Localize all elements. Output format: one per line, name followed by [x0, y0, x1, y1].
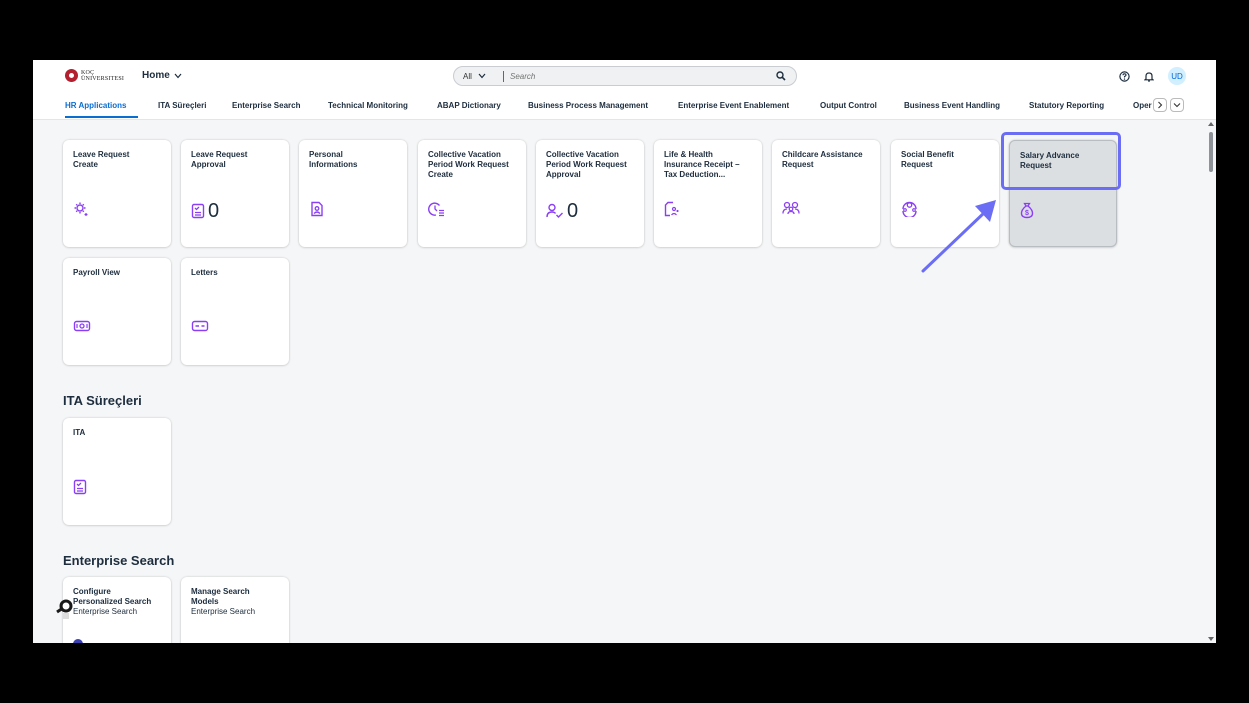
tab-overflow-partial[interactable]: Oper	[1133, 101, 1153, 110]
scroll-down-arrow-icon[interactable]	[1208, 637, 1214, 641]
logo-line2: ÜNIVERSITESI	[81, 75, 125, 82]
gear-sparkle-icon	[74, 202, 88, 216]
chevron-down-icon	[174, 73, 182, 78]
person-card-icon	[311, 201, 323, 217]
tab-overflow-menu-button[interactable]	[1170, 98, 1184, 112]
tab-business-process-management[interactable]: Business Process Management	[528, 101, 648, 110]
svg-text:$: $	[1025, 210, 1029, 217]
active-tab-indicator	[65, 116, 138, 118]
tab-abap-dictionary[interactable]: ABAP Dictionary	[437, 101, 501, 110]
tab-ita-surecleri[interactable]: ITA Süreçleri	[158, 101, 206, 110]
home-label: Home	[142, 70, 170, 81]
card-icon	[191, 320, 209, 332]
tile-leave-request-create[interactable]: Leave Request Create	[63, 140, 171, 247]
tile-count: 0	[567, 200, 579, 222]
tab-enterprise-search[interactable]: Enterprise Search	[232, 101, 300, 110]
mouse-cursor-icon	[56, 599, 73, 619]
tile-title: Leave Request Approval	[191, 150, 248, 169]
tile-title: Personal Informations	[309, 150, 358, 169]
tile-childcare-assistance[interactable]: Childcare Assistance Request	[772, 140, 880, 247]
tab-technical-monitoring[interactable]: Technical Monitoring	[328, 101, 408, 110]
fiori-launchpad: KOÇ ÜNIVERSITESI Home All UD HR Applicat…	[33, 60, 1216, 643]
tile-subtitle: Enterprise Search	[191, 607, 256, 616]
family-icon	[782, 201, 800, 215]
notifications-bell-icon[interactable]	[1144, 71, 1154, 82]
tile-leave-request-approval[interactable]: Leave Request Approval 0	[181, 140, 289, 247]
tile-count: 0	[208, 200, 220, 222]
tile-ita[interactable]: ITA	[63, 418, 171, 525]
tile-title: Social Benefit Request	[901, 150, 954, 169]
search-scope-label: All	[463, 71, 472, 81]
avatar-initials: UD	[1171, 71, 1183, 81]
checklist-icon	[191, 203, 205, 219]
tile-title: Life & Health Insurance Receipt – Tax De…	[664, 150, 740, 179]
section-title-enterprise-search: Enterprise Search	[63, 553, 175, 568]
chevron-down-icon	[478, 73, 486, 79]
tab-output-control[interactable]: Output Control	[820, 101, 877, 110]
home-menu-button[interactable]: Home	[142, 70, 182, 81]
help-icon[interactable]	[1119, 70, 1130, 82]
logo-mark-icon	[65, 69, 78, 82]
tile-title: ITA	[73, 428, 86, 437]
chevron-down-icon	[1173, 103, 1181, 108]
search-icon[interactable]	[776, 71, 786, 81]
clock-list-icon	[428, 202, 444, 217]
tab-business-event-handling[interactable]: Business Event Handling	[904, 101, 1000, 110]
tile-configure-personalized-search[interactable]: Configure Personalized Search Enterprise…	[63, 577, 171, 643]
tile-title: Leave Request Create	[73, 150, 130, 169]
chevron-right-icon	[1158, 101, 1163, 109]
user-avatar[interactable]: UD	[1168, 67, 1186, 85]
search-bar: All	[453, 66, 797, 86]
person-check-icon	[546, 203, 563, 218]
search-scope-select[interactable]: All	[454, 72, 493, 81]
checklist-icon	[73, 479, 87, 495]
annotation-highlight-box	[1001, 132, 1121, 190]
tile-title: Payroll View	[73, 268, 120, 277]
search-input[interactable]	[510, 71, 760, 81]
tab-bar: HR Applications ITA Süreçleri Enterprise…	[33, 92, 1216, 120]
tile-title: Collective Vacation Period Work Request …	[546, 150, 627, 179]
tile-subtitle: Enterprise Search	[73, 607, 138, 616]
tile-title: Childcare Assistance Request	[782, 150, 863, 169]
tab-hr-applications[interactable]: HR Applications	[65, 101, 126, 110]
tile-collective-vacation-create[interactable]: Collective Vacation Period Work Request …	[418, 140, 526, 247]
money-bag-icon: $	[1020, 202, 1034, 219]
tab-enterprise-event-enablement[interactable]: Enterprise Event Enablement	[678, 101, 789, 110]
group-cycle-icon	[902, 201, 917, 217]
search-divider	[503, 70, 504, 82]
tile-collective-vacation-approval[interactable]: Collective Vacation Period Work Request …	[536, 140, 644, 247]
tab-statutory-reporting[interactable]: Statutory Reporting	[1029, 101, 1104, 110]
tab-scroll-right-button[interactable]	[1153, 98, 1167, 112]
tile-title: Letters	[191, 268, 218, 277]
tile-title: Manage Search Models	[191, 587, 250, 606]
tile-title: Configure Personalized Search	[73, 587, 152, 606]
tile-personal-informations[interactable]: Personal Informations	[299, 140, 407, 247]
scroll-thumb[interactable]	[1209, 132, 1213, 172]
koc-university-logo[interactable]: KOÇ ÜNIVERSITESI	[65, 69, 124, 82]
vertical-scrollbar[interactable]	[1206, 120, 1216, 643]
tile-manage-search-models[interactable]: Manage Search Models Enterprise Search	[181, 577, 289, 643]
tile-social-benefit-request[interactable]: Social Benefit Request	[891, 140, 999, 247]
scroll-up-arrow-icon[interactable]	[1208, 122, 1214, 126]
shell-bar: KOÇ ÜNIVERSITESI Home All UD	[33, 60, 1216, 92]
cash-icon	[73, 320, 91, 332]
document-people-icon	[664, 201, 679, 217]
tile-title: Collective Vacation Period Work Request …	[428, 150, 509, 179]
tile-icon-partial	[73, 639, 83, 643]
tile-payroll-view[interactable]: Payroll View	[63, 258, 171, 365]
tile-life-health-insurance[interactable]: Life & Health Insurance Receipt – Tax De…	[654, 140, 762, 247]
section-title-ita: ITA Süreçleri	[63, 393, 142, 408]
tile-letters[interactable]: Letters	[181, 258, 289, 365]
